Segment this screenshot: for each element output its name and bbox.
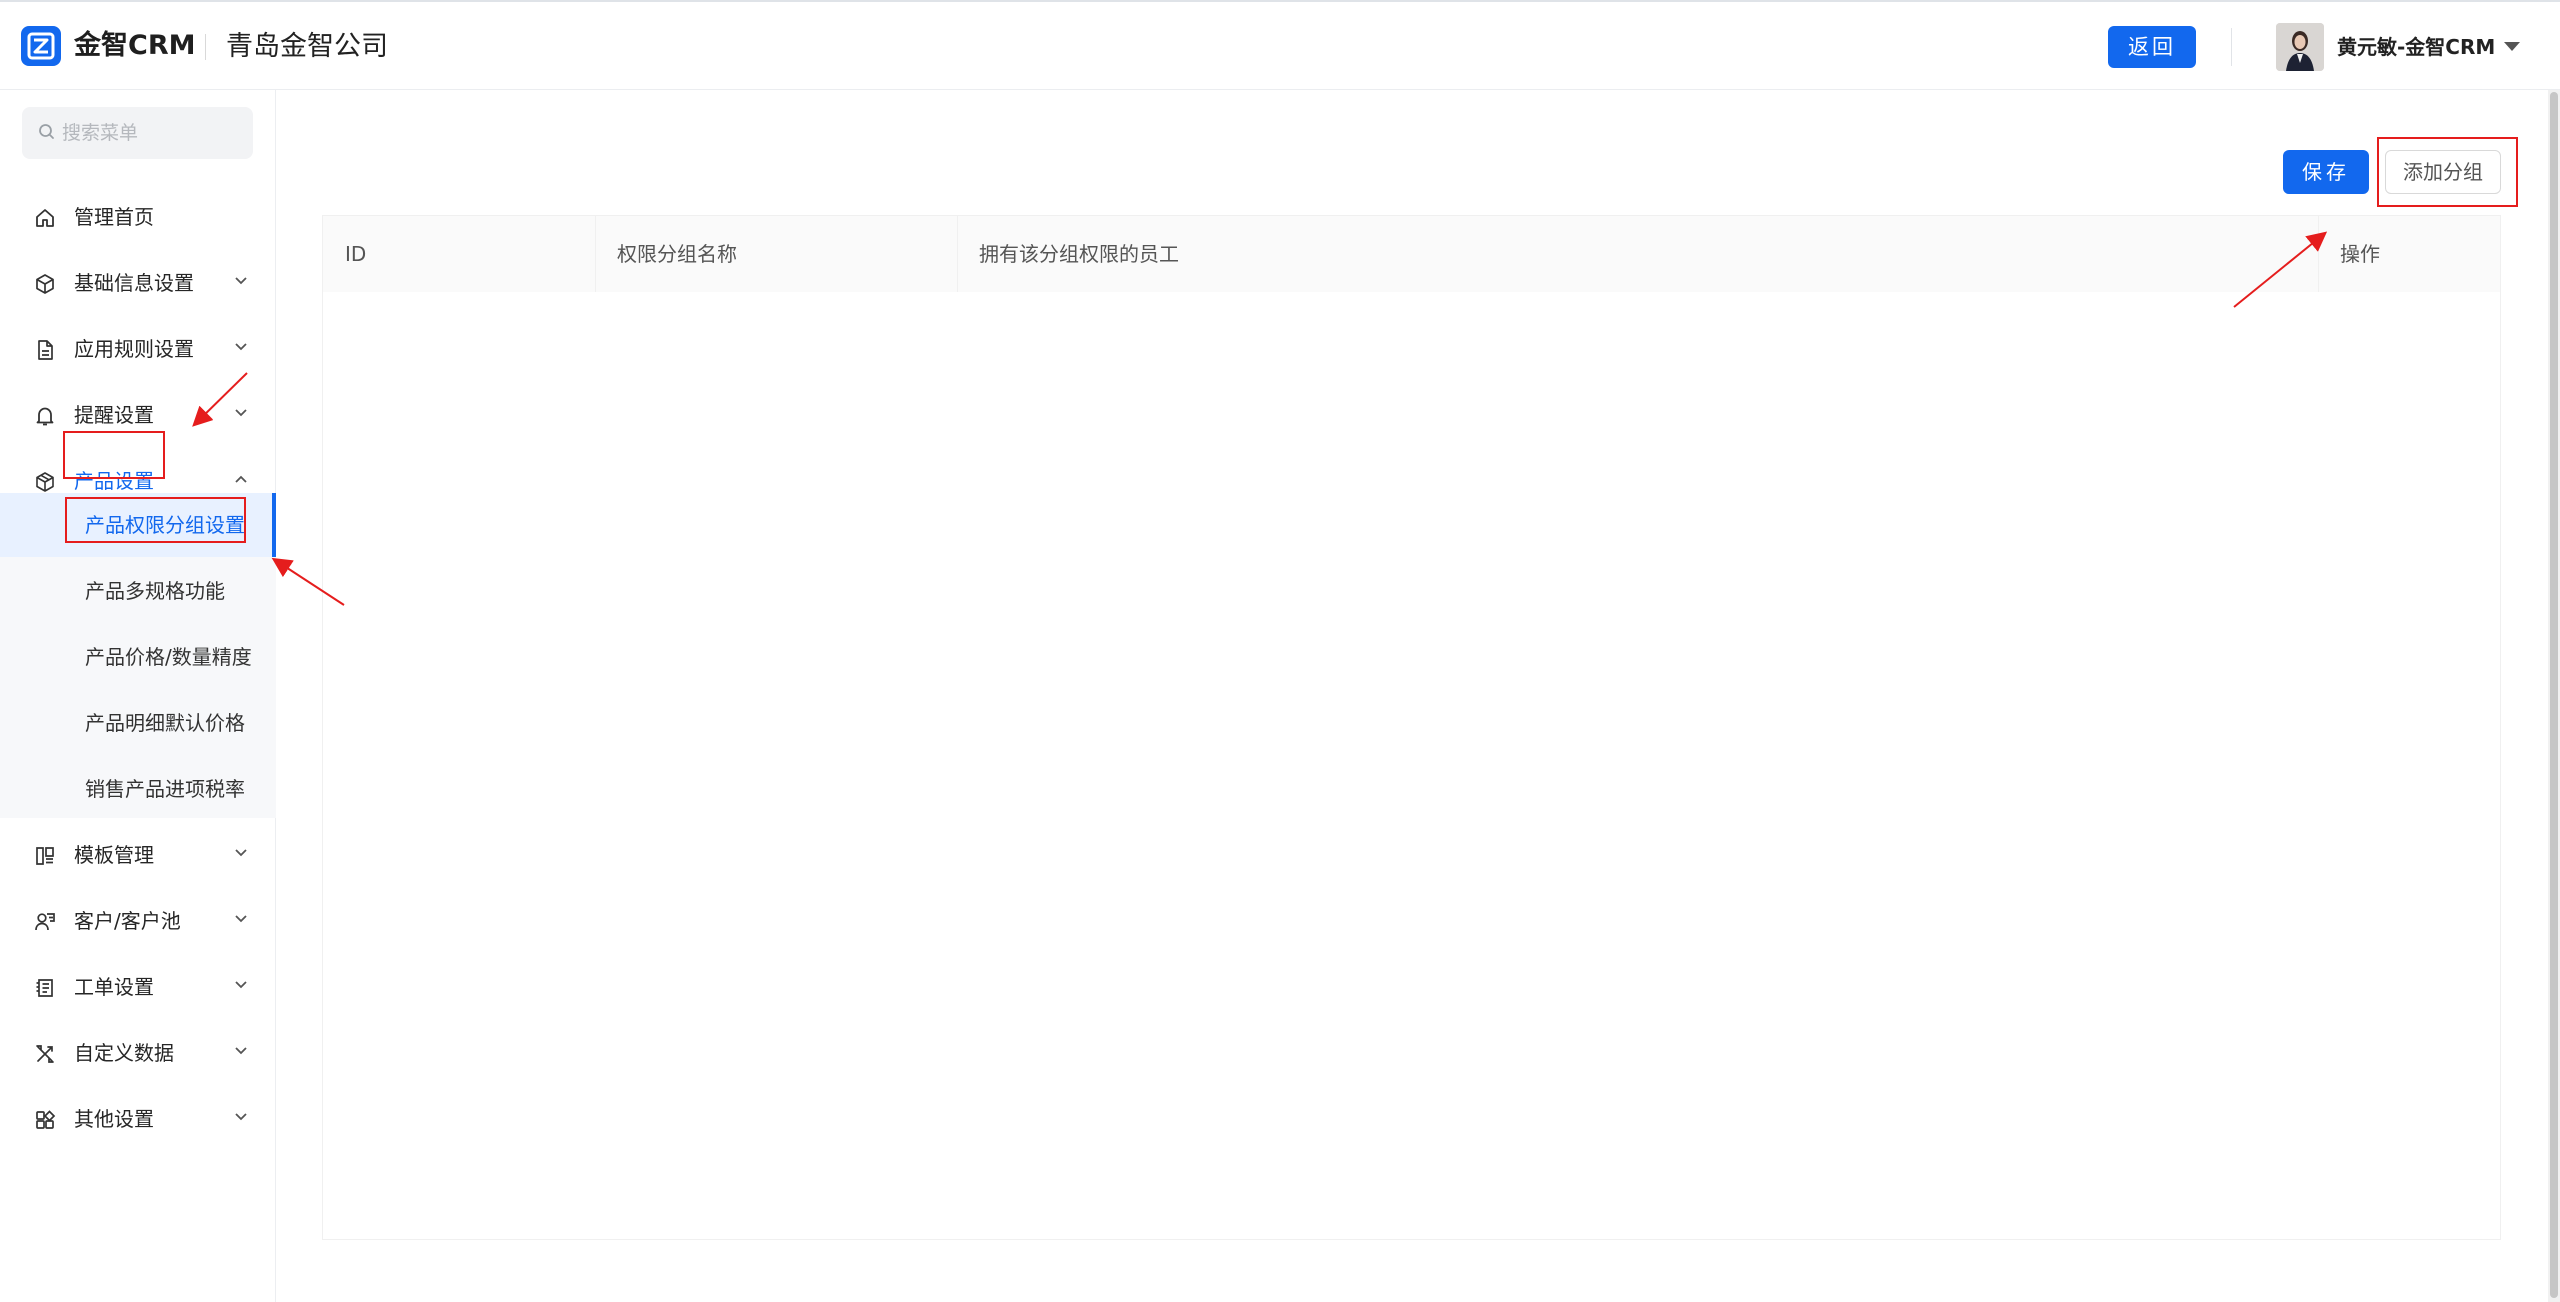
box-icon (36, 472, 54, 492)
column-header-employees: 拥有该分组权限的员工 (979, 242, 1179, 266)
sidebar-item-label: 客户/客户池 (74, 909, 181, 933)
save-button[interactable]: 保存 (2283, 150, 2369, 194)
document-icon (38, 340, 53, 360)
chevron-down-icon (235, 1047, 247, 1055)
chevron-down-icon (235, 343, 247, 351)
table-header: ID 权限分组名称 拥有该分组权限的员工 操作 (323, 216, 2500, 292)
chevron-down-icon (235, 915, 247, 923)
chevron-down-icon (235, 277, 247, 285)
back-button[interactable]: 返回 (2108, 26, 2196, 68)
template-icon (36, 847, 54, 865)
sidebar-item-label: 模板管理 (74, 843, 154, 867)
sidebar-item-app-rules[interactable]: 应用规则设置 (0, 320, 276, 378)
header-divider-right (2231, 28, 2232, 66)
avatar[interactable] (2276, 23, 2324, 71)
bell-icon (36, 407, 54, 426)
submenu-item-label: 产品价格/数量精度 (85, 645, 252, 669)
sidebar-item-label: 自定义数据 (74, 1041, 174, 1065)
scrollbar-thumb[interactable] (2550, 92, 2558, 1298)
submenu-item-label: 销售产品进项税率 (85, 777, 245, 801)
submenu-item-label: 产品多规格功能 (85, 579, 225, 603)
chevron-down-icon (235, 981, 247, 989)
submenu-item-default-price[interactable]: 产品明细默认价格 (0, 691, 276, 755)
column-header-id: ID (345, 242, 367, 266)
column-header-actions: 操作 (2340, 242, 2380, 266)
ticket-icon (36, 979, 53, 997)
user-name[interactable]: 黄元敏-金智CRM (2337, 31, 2495, 63)
sidebar-item-templates[interactable]: 模板管理 (0, 826, 276, 884)
permission-group-table: ID 权限分组名称 拥有该分组权限的员工 操作 (322, 215, 2501, 1240)
chevron-down-icon (235, 1113, 247, 1121)
chevron-down-icon (235, 849, 247, 857)
sidebar-item-label: 工单设置 (74, 975, 154, 999)
sidebar-item-label: 提醒设置 (74, 403, 154, 427)
tools-icon (36, 1045, 54, 1063)
sidebar-item-custom-data[interactable]: 自定义数据 (0, 1024, 276, 1082)
caret-down-icon[interactable] (2504, 42, 2520, 51)
annotation-box-permission-group (65, 497, 246, 543)
chevron-down-icon (235, 409, 247, 417)
chevron-up-icon (235, 475, 247, 483)
column-header-group-name: 权限分组名称 (617, 242, 737, 266)
search-menu-input[interactable]: 搜索菜单 (22, 107, 253, 159)
sidebar-item-label: 其他设置 (74, 1107, 154, 1131)
submenu-item-price-precision[interactable]: 产品价格/数量精度 (0, 625, 276, 689)
sidebar-item-other-settings[interactable]: 其他设置 (0, 1090, 276, 1148)
sidebar-item-label: 管理首页 (74, 205, 154, 229)
annotation-box-add-group (2377, 137, 2518, 207)
sidebar-item-home[interactable]: 管理首页 (0, 188, 276, 246)
sidebar-item-basic-info[interactable]: 基础信息设置 (0, 254, 276, 312)
sidebar-item-label: 基础信息设置 (74, 271, 194, 295)
cube-icon (36, 274, 54, 294)
company-name: 青岛金智公司 (226, 31, 388, 62)
logo-icon[interactable] (21, 26, 61, 66)
sidebar: 搜索菜单 管理首页 基础信息设置 应用规则设置 提醒设置 产品设置 产品权限分组… (0, 90, 276, 1302)
search-icon (39, 124, 54, 139)
search-placeholder: 搜索菜单 (62, 122, 139, 144)
header-divider (205, 34, 206, 60)
app-name: 金智CRM (74, 30, 196, 61)
sidebar-item-customers[interactable]: 客户/客户池 (0, 892, 276, 950)
top-header: 金智CRM 青岛金智公司 返回 黄元敏-金智CRM (0, 0, 2560, 90)
customer-icon (35, 913, 55, 931)
submenu-item-multi-spec[interactable]: 产品多规格功能 (0, 559, 276, 623)
submenu-item-input-tax-rate[interactable]: 销售产品进项税率 (0, 757, 276, 821)
sidebar-item-tickets[interactable]: 工单设置 (0, 958, 276, 1016)
home-icon (36, 209, 54, 227)
sidebar-item-label: 应用规则设置 (74, 337, 194, 361)
submenu-item-label: 产品明细默认价格 (85, 711, 245, 735)
annotation-box-product-settings (63, 431, 165, 479)
apps-icon (36, 1110, 56, 1129)
